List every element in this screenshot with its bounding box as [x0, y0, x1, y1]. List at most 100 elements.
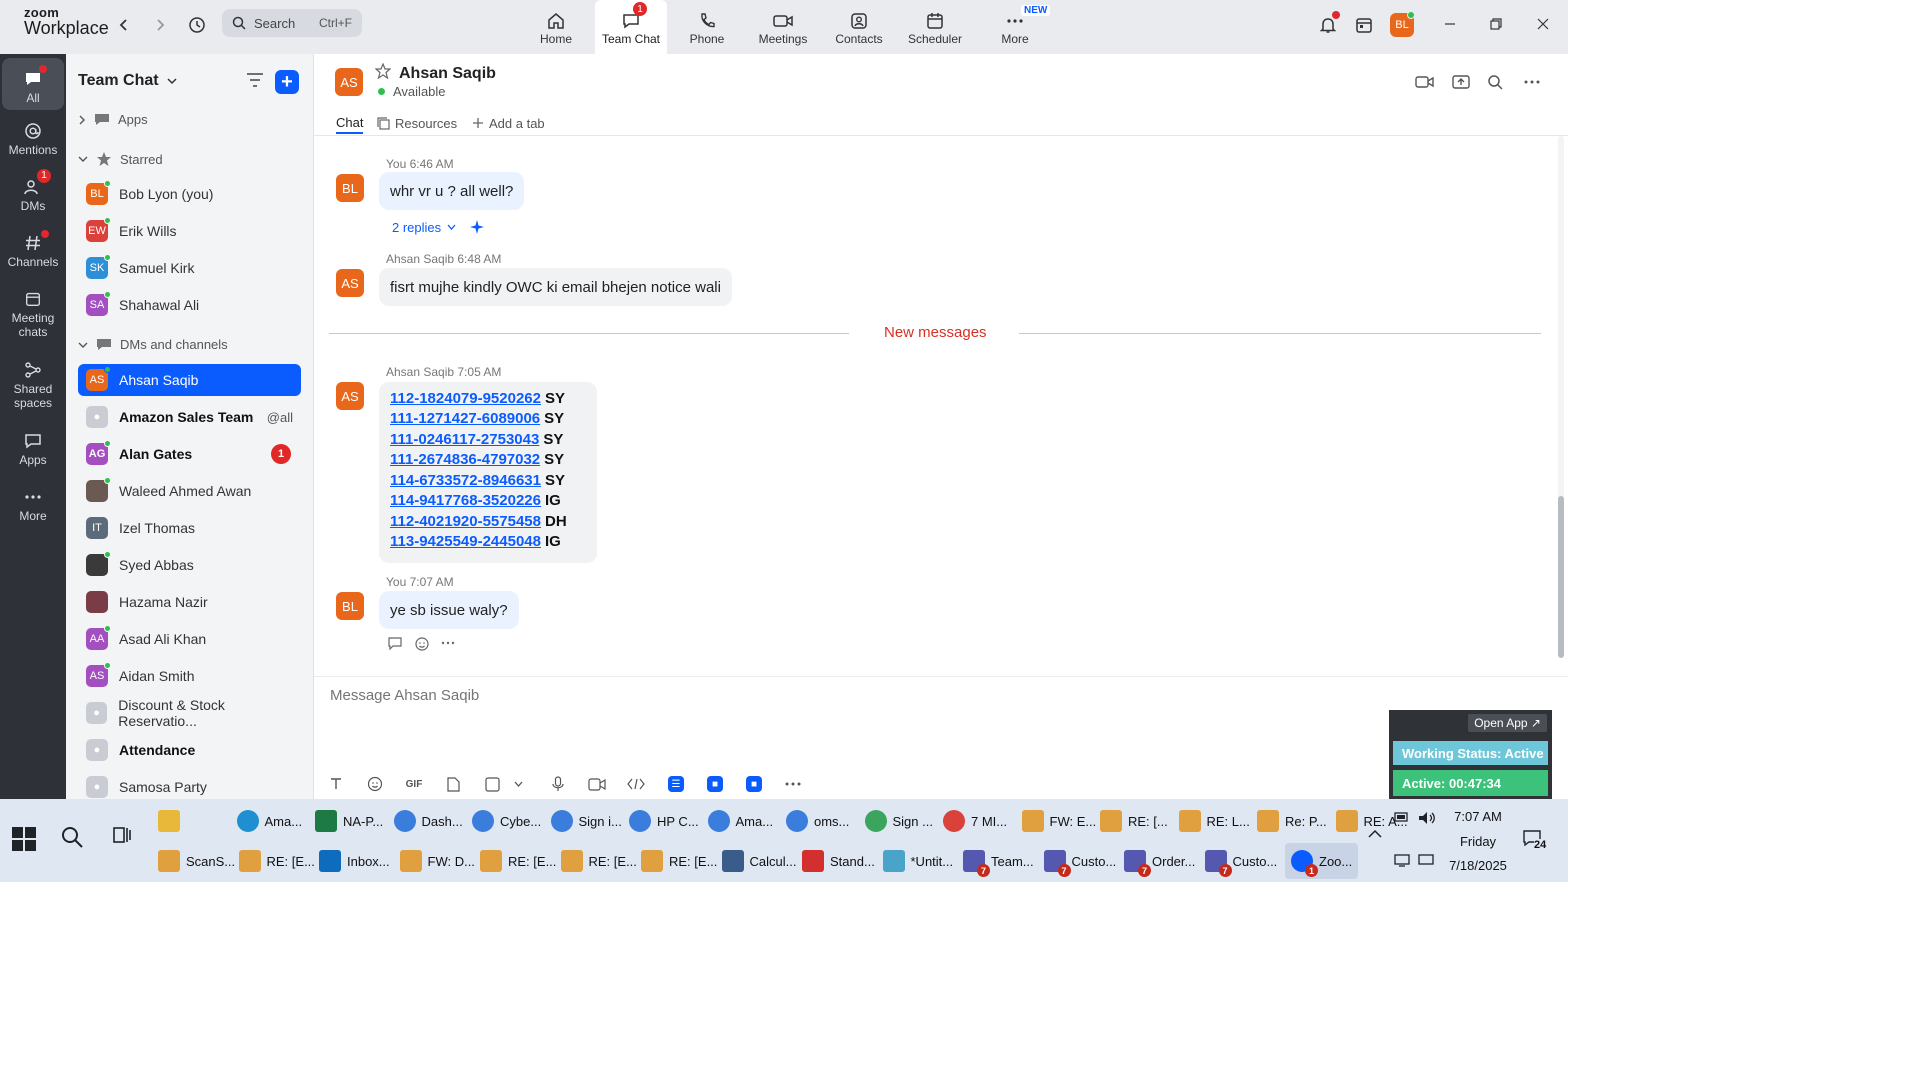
- taskbar-app-mail[interactable]: Re: P...: [1257, 803, 1327, 839]
- section-starred[interactable]: Starred: [78, 151, 163, 167]
- history-icon[interactable]: [183, 11, 211, 39]
- order-link[interactable]: 111-1271427-6089006: [390, 410, 540, 427]
- rail-shared-spaces[interactable]: Shared spaces: [2, 357, 64, 417]
- taskbar-app-excel[interactable]: NA-P...: [315, 803, 383, 839]
- contact-row[interactable]: SA Shahawal Ali: [78, 289, 301, 321]
- order-link[interactable]: 114-6733572-8946631: [390, 472, 541, 489]
- scrollbar-thumb[interactable]: [1558, 496, 1564, 658]
- order-link[interactable]: 111-2674836-4797032: [390, 451, 540, 468]
- contact-row[interactable]: IT Izel Thomas: [78, 512, 301, 544]
- task-view-icon[interactable]: [112, 825, 132, 850]
- video-call-icon[interactable]: [1412, 70, 1438, 94]
- channel-row[interactable]: ● Discount & Stock Reservatio...: [78, 697, 301, 729]
- clock-time[interactable]: 7:07 AM: [1448, 809, 1508, 824]
- add-reaction-icon[interactable]: [414, 636, 430, 652]
- taskbar-app-mail[interactable]: RE: [E...: [641, 843, 717, 879]
- code-snippet-icon[interactable]: [625, 773, 647, 795]
- message-input[interactable]: [330, 687, 1330, 704]
- more-tools-icon[interactable]: [782, 773, 804, 795]
- tray-chevron-icon[interactable]: [1368, 827, 1382, 842]
- chat-row-ahsan-saqib[interactable]: AS Ahsan Saqib: [78, 364, 301, 396]
- sender-avatar[interactable]: AS: [336, 269, 364, 297]
- rail-all[interactable]: All: [2, 58, 64, 110]
- order-link[interactable]: 114-9417768-3520226: [390, 492, 541, 509]
- contact-row[interactable]: AA Asad Ali Khan: [78, 623, 301, 655]
- file-icon[interactable]: [442, 773, 464, 795]
- taskbar-app-edge[interactable]: Ama...: [236, 803, 302, 839]
- windows-start-icon[interactable]: [12, 827, 36, 851]
- notification-center-icon[interactable]: 24: [1522, 829, 1547, 851]
- display-icon[interactable]: [1418, 853, 1434, 870]
- contact-row[interactable]: EW Erik Wills: [78, 215, 301, 247]
- message-bubble[interactable]: ye sb issue waly?: [379, 591, 519, 629]
- taskbar-app-notepad[interactable]: *Untit...: [882, 843, 953, 879]
- sender-avatar[interactable]: AS: [336, 382, 364, 410]
- back-arrow-icon[interactable]: [110, 11, 138, 39]
- contact-row[interactable]: Hazama Nazir: [78, 586, 301, 618]
- more-options-icon[interactable]: [441, 636, 455, 650]
- taskbar-app-pdf[interactable]: Stand...: [802, 843, 875, 879]
- filter-icon[interactable]: [246, 72, 264, 93]
- channel-row[interactable]: ● Attendance: [78, 734, 301, 766]
- search-box[interactable]: Search Ctrl+F: [222, 9, 362, 37]
- tab-team-chat[interactable]: 1 Team Chat: [595, 0, 667, 54]
- forward-arrow-icon[interactable]: [146, 11, 174, 39]
- tab-contacts[interactable]: Contacts: [823, 0, 895, 54]
- taskbar-app-teams[interactable]: 7 Team...: [963, 843, 1034, 879]
- chevron-down-icon[interactable]: [507, 773, 529, 795]
- rail-meeting-chats[interactable]: Meeting chats: [2, 286, 64, 346]
- taskbar-app-chrome[interactable]: Dash...: [393, 803, 463, 839]
- taskbar-app-chrome[interactable]: HP C...: [629, 803, 699, 839]
- contact-row[interactable]: AS Aidan Smith: [78, 660, 301, 692]
- reply-icon[interactable]: [387, 636, 403, 650]
- section-apps[interactable]: Apps: [78, 112, 148, 127]
- order-link[interactable]: 111-0246117-2753043: [390, 431, 539, 448]
- minimize-icon[interactable]: [1435, 12, 1465, 36]
- video-message-icon[interactable]: [586, 773, 608, 795]
- taskbar-app-chrome[interactable]: oms...: [786, 803, 849, 839]
- tab-chat[interactable]: Chat: [336, 112, 364, 134]
- sender-avatar[interactable]: BL: [336, 174, 364, 202]
- chat-avatar[interactable]: AS: [335, 68, 363, 96]
- close-icon[interactable]: [1528, 12, 1558, 36]
- order-link[interactable]: 113-9425549-2445048: [390, 533, 541, 550]
- contact-row[interactable]: AG Alan Gates 1: [78, 438, 301, 470]
- taskbar-app-chrome[interactable]: 7 MI...: [943, 803, 1007, 839]
- sender-avatar[interactable]: BL: [336, 592, 364, 620]
- replies-link[interactable]: 2 replies: [392, 220, 456, 235]
- rail-apps[interactable]: Apps: [2, 428, 64, 476]
- taskbar-app-teams[interactable]: 7 Custo...: [1043, 843, 1116, 879]
- contact-row[interactable]: Syed Abbas: [78, 549, 301, 581]
- taskbar-app-mail[interactable]: RE: [...: [1100, 803, 1168, 839]
- tab-phone[interactable]: Phone: [671, 0, 743, 54]
- microphone-icon[interactable]: [547, 773, 569, 795]
- contact-row[interactable]: BL Bob Lyon (you): [78, 178, 301, 210]
- calendar-app-icon[interactable]: [1350, 11, 1378, 39]
- tab-resources[interactable]: Resources: [377, 112, 457, 134]
- app-shortcut-icon[interactable]: ■: [707, 776, 723, 792]
- channel-row[interactable]: ● Amazon Sales Team @all: [78, 401, 301, 433]
- taskbar-app-mail[interactable]: RE: [E...: [560, 843, 637, 879]
- taskbar-app-folder[interactable]: [158, 803, 180, 839]
- taskbar-app-mail[interactable]: FW: D...: [399, 843, 475, 879]
- taskbar-app-calc[interactable]: Calcul...: [721, 843, 796, 879]
- taskbar-app-chrome[interactable]: Ama...: [707, 803, 773, 839]
- open-app-button[interactable]: Open App ↗: [1468, 714, 1547, 732]
- search-icon[interactable]: [1482, 70, 1508, 94]
- taskbar-app-chrome[interactable]: Sign i...: [550, 803, 622, 839]
- notifications-bell-icon[interactable]: [1314, 11, 1342, 39]
- tab-scheduler[interactable]: Scheduler: [899, 0, 971, 54]
- taskbar-app-mail[interactable]: FW: E...: [1021, 803, 1096, 839]
- search-icon[interactable]: [60, 825, 84, 854]
- star-outline-icon[interactable]: [374, 62, 392, 84]
- order-link[interactable]: 112-1824079-9520262: [390, 390, 541, 407]
- rail-mentions[interactable]: Mentions: [2, 118, 64, 166]
- message-bubble[interactable]: fisrt mujhe kindly OWC ki email bhejen n…: [379, 268, 732, 306]
- battery-icon[interactable]: [1394, 811, 1410, 826]
- taskbar-app-zoom[interactable]: 1 Zoo...: [1285, 843, 1359, 879]
- profile-avatar[interactable]: BL: [1388, 11, 1416, 39]
- chat-title[interactable]: Ahsan Saqib: [399, 65, 496, 83]
- tab-meetings[interactable]: Meetings: [747, 0, 819, 54]
- rail-channels[interactable]: Channels: [2, 230, 64, 278]
- tab-home[interactable]: Home: [520, 0, 592, 54]
